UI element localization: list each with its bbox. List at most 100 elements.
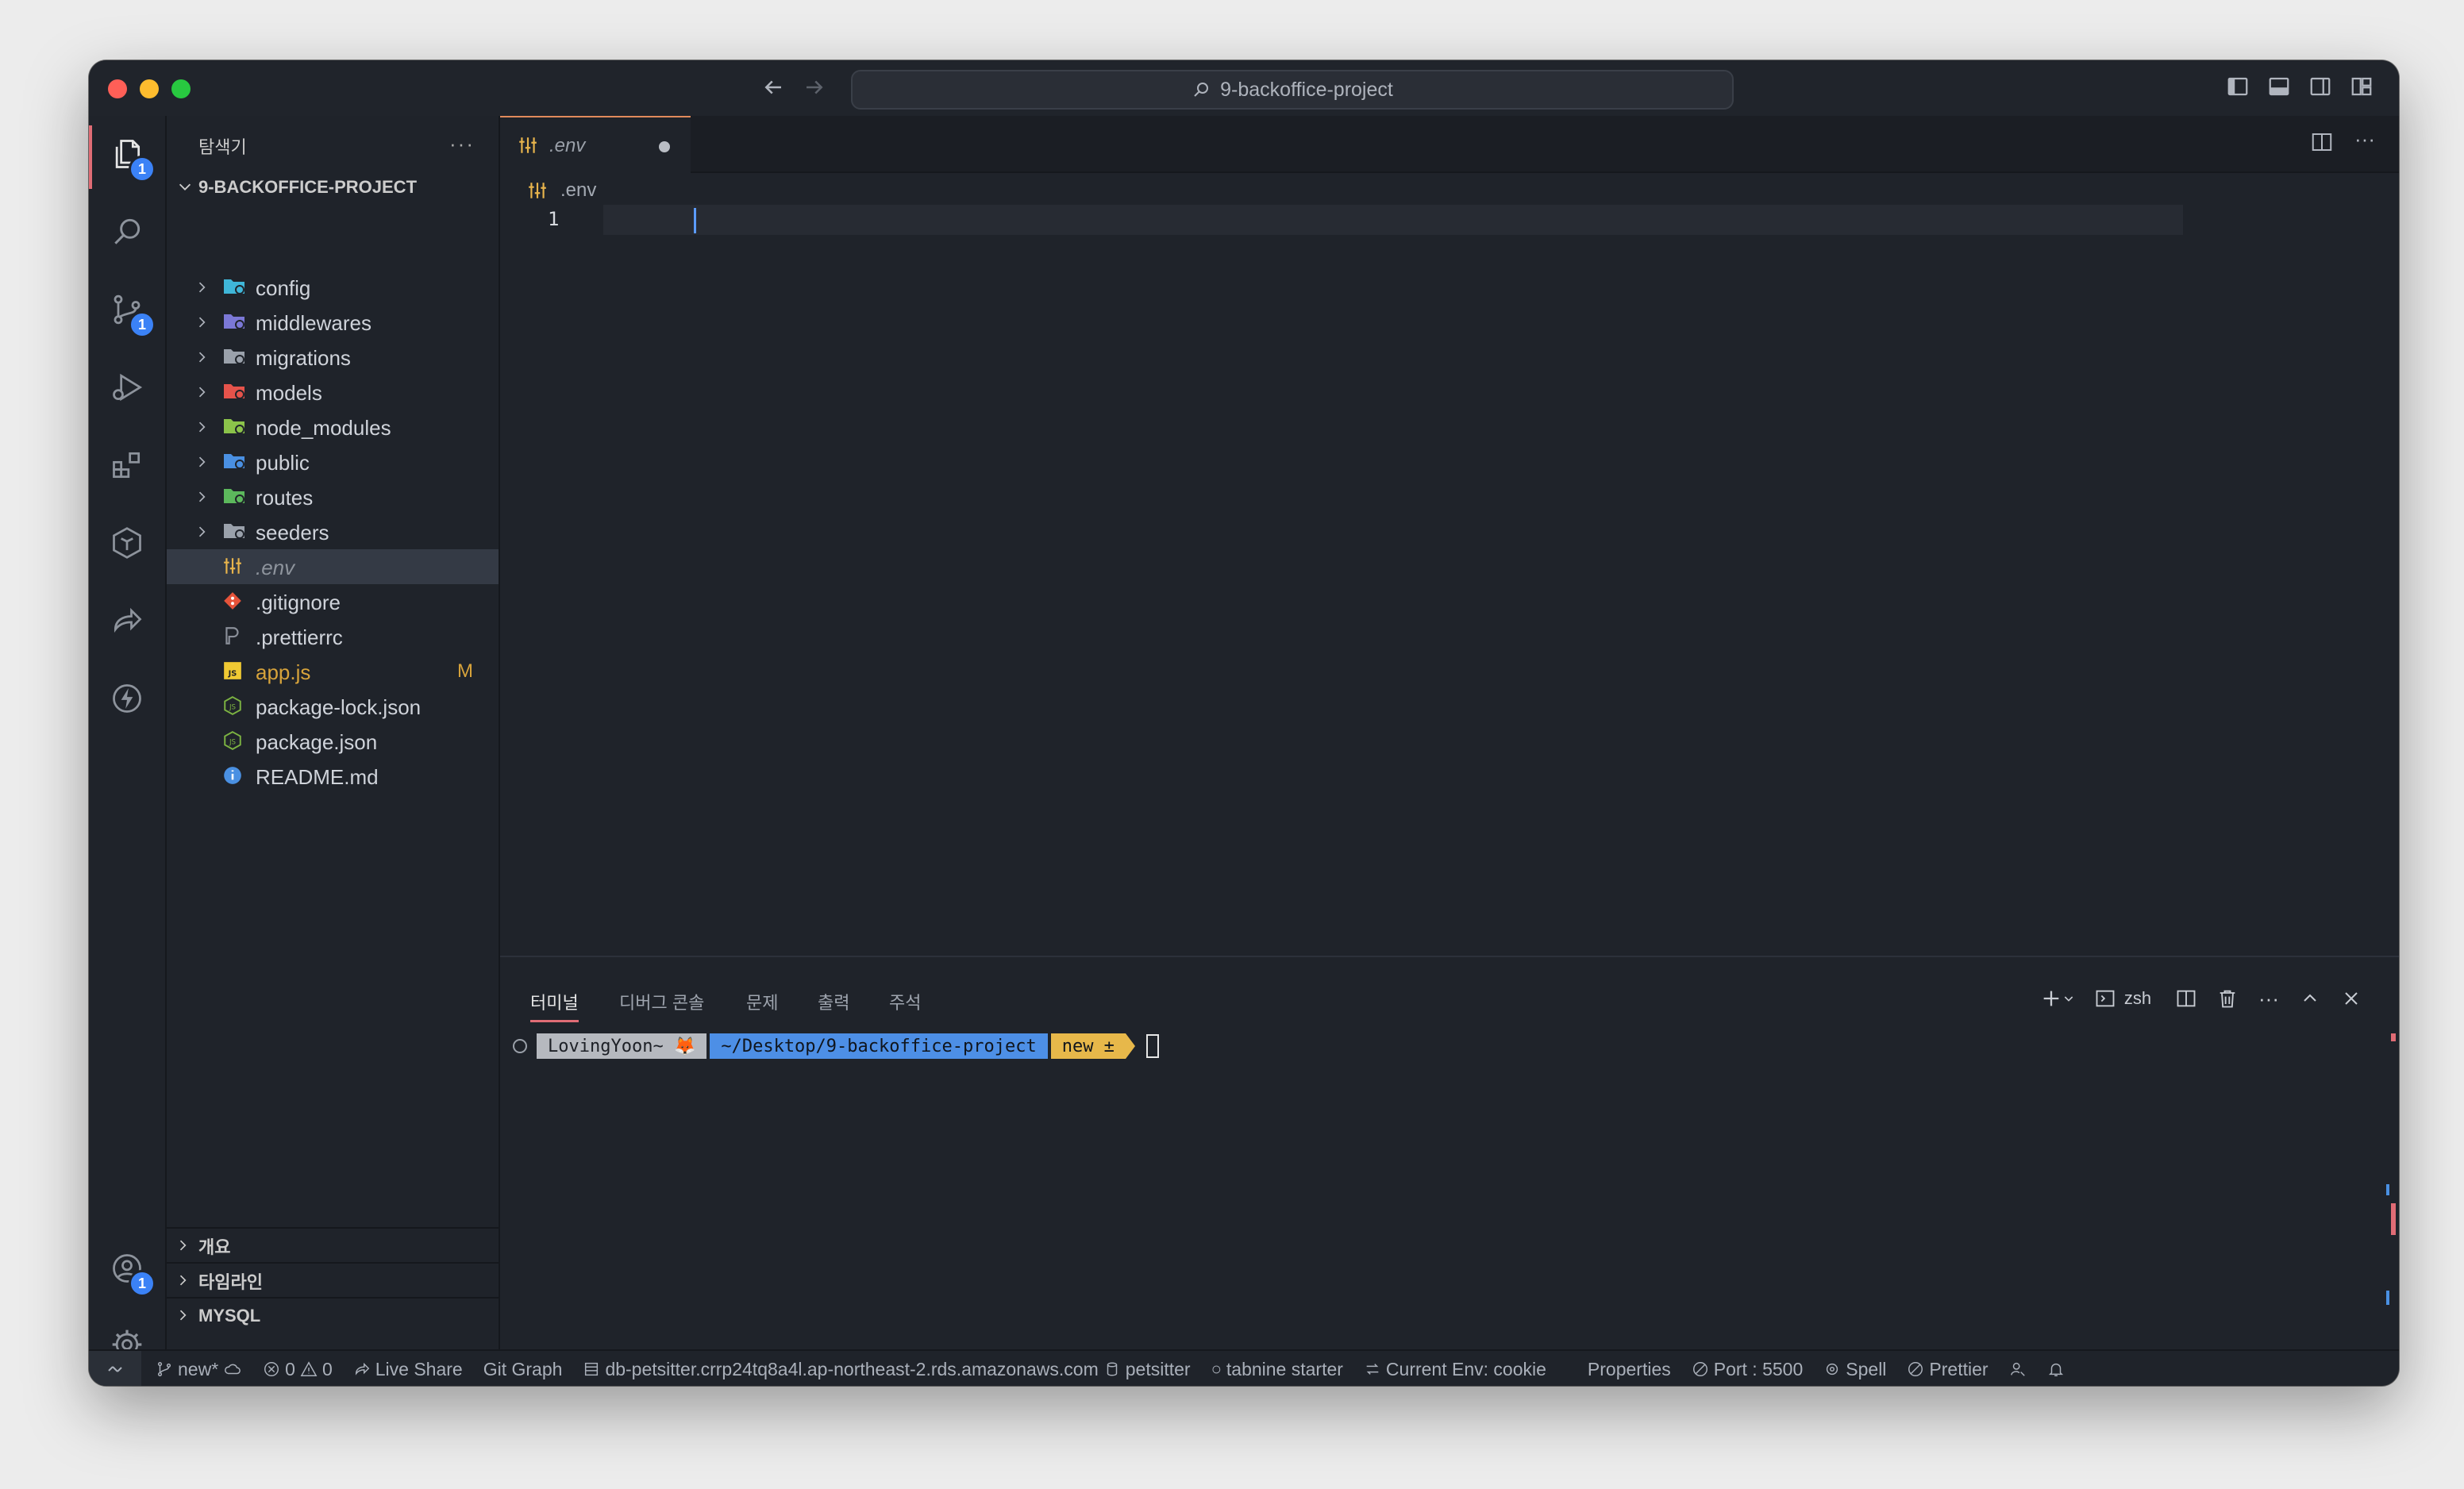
search-icon	[1192, 80, 1211, 99]
title-bar: 9-backoffice-project	[89, 60, 2399, 117]
editor-more-icon[interactable]: ···	[2354, 127, 2375, 152]
folder-item[interactable]: public	[167, 444, 499, 479]
folder-item[interactable]: config	[167, 270, 499, 305]
env-file-icon	[518, 135, 538, 156]
project-root[interactable]: 9-BACKOFFICE-PROJECT	[167, 171, 499, 203]
folder-icon	[222, 381, 246, 403]
run-debug-icon[interactable]	[105, 365, 149, 410]
active-indicator	[89, 125, 92, 189]
server-icon	[585, 1362, 599, 1376]
extensions-icon[interactable]	[105, 443, 149, 487]
accounts-icon[interactable]: 1	[105, 1246, 156, 1297]
split-editor-icon[interactable]	[2310, 130, 2334, 154]
terminal-prompt[interactable]: LovingYoon~ 🦊 ~/Desktop/9-backoffice-pro…	[513, 1033, 1159, 1059]
toggle-primary-sidebar-icon[interactable]	[2226, 75, 2253, 102]
folder-item[interactable]: routes	[167, 479, 499, 514]
explorer-icon[interactable]: 1	[105, 132, 156, 183]
close-panel-icon[interactable]	[2335, 984, 2367, 1013]
maximize-window-button[interactable]	[171, 79, 191, 98]
file-item[interactable]: JS package-lock.json	[167, 689, 499, 724]
command-center-search[interactable]: 9-backoffice-project	[851, 70, 1734, 110]
folder-icon	[222, 451, 246, 473]
item-label: routes	[256, 486, 314, 510]
spell-label: Spell	[1846, 1358, 1887, 1379]
file-item[interactable]: README.md	[167, 759, 499, 794]
scroll-marker	[2391, 1033, 2396, 1041]
mysql-label: MYSQL	[198, 1306, 261, 1325]
item-label: middlewares	[256, 311, 372, 335]
code-editor[interactable]: .env 1	[500, 173, 2399, 1014]
unsaved-dot-icon[interactable]	[659, 141, 670, 152]
customize-layout-icon[interactable]	[2350, 75, 2377, 102]
item-label: package-lock.json	[256, 695, 422, 719]
folder-item[interactable]: migrations	[167, 340, 499, 375]
item-label: .prettierrc	[256, 625, 343, 649]
folder-item[interactable]: node_modules	[167, 410, 499, 444]
text-cursor	[694, 208, 696, 233]
env-file-icon	[527, 180, 548, 201]
problems-status[interactable]: 0 0	[263, 1359, 333, 1380]
folder-item[interactable]: middlewares	[167, 305, 499, 340]
warning-count: 0	[321, 1358, 333, 1379]
prettier-file-icon	[222, 625, 246, 648]
tab-env[interactable]: .env	[500, 116, 691, 173]
folder-item[interactable]: seeders	[167, 514, 499, 549]
mysql-section[interactable]: MYSQL	[167, 1297, 499, 1333]
chevron-right-icon	[194, 384, 210, 400]
toggle-secondary-sidebar-icon[interactable]	[2308, 75, 2335, 102]
split-terminal-icon[interactable]	[2170, 984, 2202, 1013]
timeline-section[interactable]: 타임라인	[167, 1262, 499, 1299]
new-terminal-button[interactable]	[2034, 984, 2081, 1013]
more-actions-icon[interactable]: ···	[449, 132, 475, 156]
prompt-path-segment: ~/Desktop/9-backoffice-project	[710, 1033, 1048, 1059]
live-share-label: Live Share	[375, 1358, 463, 1379]
terminal-shell-selector[interactable]: zsh	[2091, 984, 2154, 1013]
search-icon[interactable]	[105, 210, 149, 254]
live-share-status[interactable]: Live Share	[353, 1359, 463, 1380]
close-window-button[interactable]	[108, 79, 127, 98]
live-server-port[interactable]: Port : 5500	[1692, 1359, 1803, 1380]
database-connection-status[interactable]: db-petsitter.crrp24tq8a4l.ap-northeast-2…	[583, 1359, 1191, 1380]
file-item[interactable]: .prettierrc	[167, 619, 499, 654]
git-graph-button[interactable]: Git Graph	[483, 1359, 563, 1380]
prettier-status[interactable]: Prettier	[1907, 1359, 1989, 1380]
toggle-panel-icon[interactable]	[2267, 75, 2294, 102]
folder-item[interactable]: models	[167, 375, 499, 410]
tab-debug-console[interactable]: 디버그 콘솔	[619, 989, 704, 1014]
branch-status[interactable]: new*	[156, 1359, 242, 1380]
terminal-cursor	[1145, 1034, 1159, 1058]
notifications-bell-icon[interactable]	[2047, 1360, 2065, 1378]
tab-comments[interactable]: 주석	[889, 989, 921, 1014]
spell-check-status[interactable]: Spell	[1823, 1359, 1886, 1380]
scroll-marker	[2391, 1203, 2396, 1235]
tabnine-status[interactable]: ○ tabnine starter	[1211, 1359, 1343, 1380]
kill-terminal-trash-icon[interactable]	[2212, 984, 2243, 1013]
chevron-right-icon	[194, 314, 210, 330]
remote-indicator-icon[interactable]	[89, 1351, 141, 1386]
live-share-icon[interactable]	[105, 598, 149, 643]
file-item[interactable]: .env	[167, 549, 499, 584]
file-item[interactable]: JS app.js M	[167, 654, 499, 689]
back-arrow-icon[interactable]	[757, 71, 789, 103]
tab-problems[interactable]: 문제	[746, 989, 778, 1014]
tab-terminal[interactable]: 터미널	[530, 989, 579, 1022]
docker-icon[interactable]	[105, 521, 149, 565]
tabnine-label: tabnine starter	[1226, 1358, 1343, 1379]
prettier-disabled-icon	[1908, 1362, 1923, 1376]
chevron-right-icon	[194, 349, 210, 365]
minimize-window-button[interactable]	[140, 79, 159, 98]
thunder-client-icon[interactable]	[105, 676, 149, 721]
properties-button[interactable]: Properties	[1588, 1359, 1671, 1380]
tab-output[interactable]: 출력	[818, 989, 849, 1014]
panel-more-icon[interactable]: ···	[2253, 984, 2285, 1013]
forward-arrow-icon[interactable]	[799, 71, 830, 103]
branch-name: new*	[178, 1358, 219, 1379]
feedback-icon[interactable]	[2009, 1360, 2027, 1378]
maximize-panel-chevron-up-icon[interactable]	[2294, 984, 2326, 1013]
env-status[interactable]: Current Env: cookie	[1364, 1359, 1546, 1380]
source-control-icon[interactable]: 1	[105, 287, 156, 338]
outline-section[interactable]: 개요	[167, 1227, 499, 1264]
breadcrumb-file[interactable]: .env	[560, 179, 596, 202]
file-item[interactable]: .gitignore	[167, 584, 499, 619]
file-item[interactable]: JS package.json	[167, 724, 499, 759]
